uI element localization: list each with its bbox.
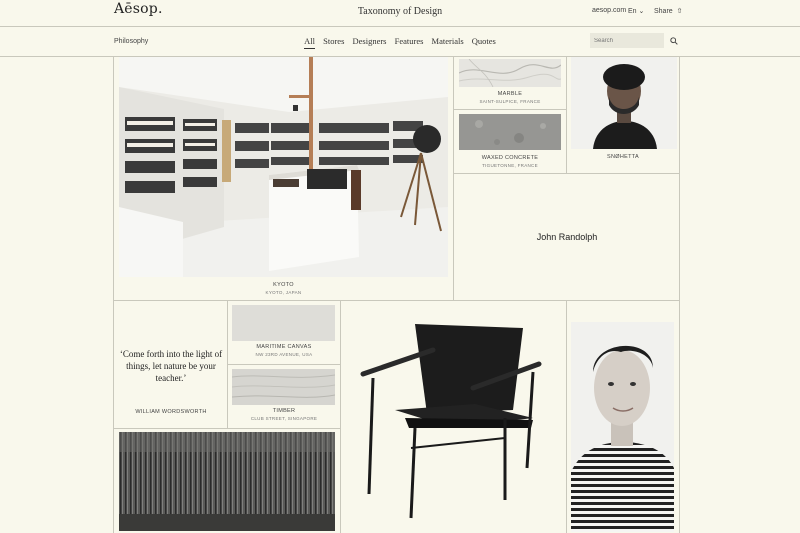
aesop-site-link[interactable]: aesop.com xyxy=(592,7,626,14)
chevron-down-icon: ⌄ xyxy=(638,8,645,15)
waxed-concrete-title: WAXED CONCRETE xyxy=(481,155,539,161)
marble-location: SAINT-SULPICE, FRANCE xyxy=(479,99,541,104)
waxed-concrete-caption: WAXED CONCRETE TIGUETONNE, FRANCE xyxy=(455,154,565,170)
marble-caption: MARBLE SAINT-SULPICE, FRANCE xyxy=(455,90,565,106)
timber-title: TIMBER xyxy=(272,408,296,414)
language-selector[interactable]: En ⌄ xyxy=(628,7,644,15)
tab-designers[interactable]: Designers xyxy=(353,36,387,48)
language-label: En xyxy=(628,8,637,15)
kyoto-location: KYOTO, JAPAN xyxy=(265,290,302,295)
marble-title: MARBLE xyxy=(497,91,523,97)
chair-image[interactable] xyxy=(355,318,545,528)
top-bar: Aēsop. Taxonomy of Design aesop.com En ⌄… xyxy=(0,0,800,27)
maritime-canvas-location: NW 23RD AVENUE, USA xyxy=(255,352,313,357)
timber-location: CLUB STREET, SINGAPORE xyxy=(250,416,318,421)
kyoto-title: KYOTO xyxy=(273,282,294,288)
tab-quotes[interactable]: Quotes xyxy=(472,36,496,48)
tab-materials[interactable]: Materials xyxy=(432,36,464,48)
filter-tabs: All Stores Designers Features Materials … xyxy=(0,36,800,49)
grid-line xyxy=(114,428,340,429)
tab-all[interactable]: All xyxy=(304,36,315,49)
waxed-concrete-location: TIGUETONNE, FRANCE xyxy=(482,163,538,168)
tab-features[interactable]: Features xyxy=(395,36,424,48)
kyoto-store-image[interactable] xyxy=(119,57,448,277)
tab-stores[interactable]: Stores xyxy=(323,36,344,48)
share-label: Share xyxy=(654,8,673,15)
maritime-canvas-caption: MARITIME CANVAS NW 23RD AVENUE, USA xyxy=(228,343,340,359)
maritime-canvas-title: MARITIME CANVAS xyxy=(256,344,312,350)
search-icon[interactable] xyxy=(670,37,678,45)
search-input[interactable] xyxy=(590,33,664,48)
nav-bar: Philosophy All Stores Designers Features… xyxy=(0,26,800,57)
grid-line xyxy=(454,109,566,110)
snohetta-portrait[interactable] xyxy=(571,57,677,149)
marble-swatch[interactable] xyxy=(459,59,561,87)
grid-line xyxy=(113,56,114,533)
forest-image[interactable] xyxy=(119,432,335,531)
grid-line xyxy=(228,364,340,365)
maritime-canvas-swatch[interactable] xyxy=(232,305,335,341)
kyoto-caption: KYOTO KYOTO, JAPAN xyxy=(119,281,448,297)
grid-line xyxy=(453,56,454,300)
quote-author: WILLIAM WORDSWORTH xyxy=(135,409,207,415)
waxed-concrete-swatch[interactable] xyxy=(459,114,561,150)
timber-caption: TIMBER CLUB STREET, SINGAPORE xyxy=(228,407,340,423)
grid-line xyxy=(114,300,679,301)
share-icon: ⇧ xyxy=(674,8,683,15)
share-button[interactable]: Share ⇧ xyxy=(654,7,682,15)
grid-line xyxy=(679,56,680,533)
snohetta-title: SNØHETTA xyxy=(607,154,639,160)
john-randolph-tile[interactable]: John Randolph xyxy=(455,232,679,242)
timber-swatch[interactable] xyxy=(232,369,335,405)
grid-line xyxy=(340,300,341,533)
snohetta-caption: SNØHETTA xyxy=(567,153,679,161)
grid-line xyxy=(454,173,679,174)
grid-line xyxy=(566,300,567,533)
designer-portrait[interactable] xyxy=(571,322,674,532)
wordsworth-quote[interactable]: ‘Come forth into the light of things, le… xyxy=(116,348,226,384)
